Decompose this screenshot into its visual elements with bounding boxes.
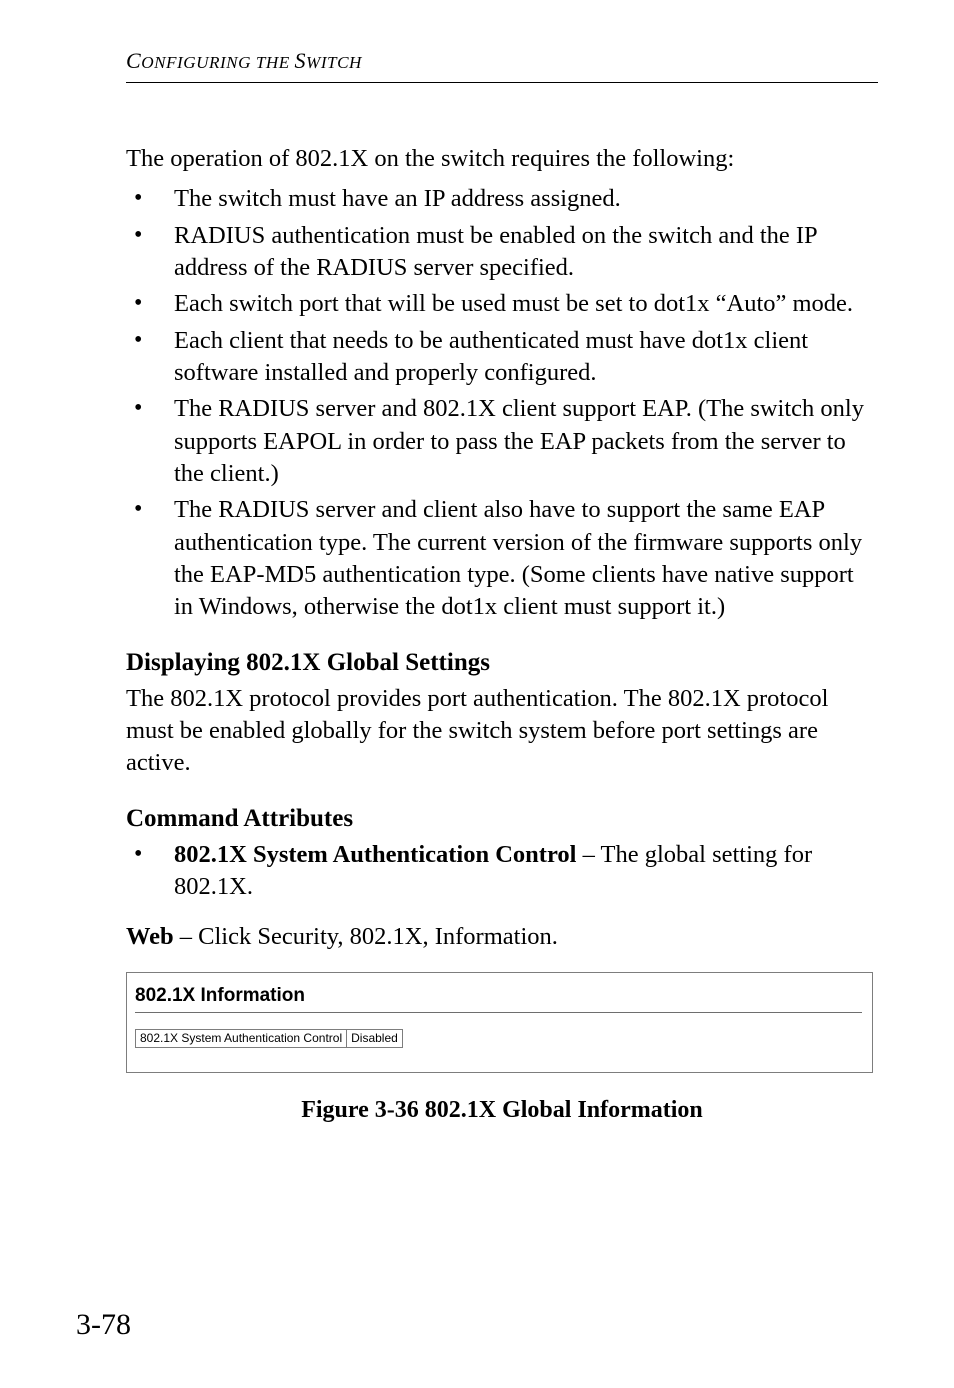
list-item: The switch must have an IP address assig… — [126, 183, 878, 215]
list-item: Each switch port that will be used must … — [126, 288, 878, 320]
list-item: The RADIUS server and client also have t… — [126, 494, 878, 623]
requirements-list: The switch must have an IP address assig… — [126, 183, 878, 623]
rh-witch: WITCH — [306, 53, 362, 72]
intro-paragraph: The operation of 802.1X on the switch re… — [126, 143, 878, 175]
header-rule — [126, 82, 878, 83]
web-rest: – Click Security, 802.1X, Information. — [174, 923, 558, 950]
rh-onfiguring: ONFIGURING — [141, 53, 251, 72]
table-row: 802.1X System Authentication Control Dis… — [136, 1029, 403, 1048]
info-row-value: Disabled — [347, 1029, 403, 1048]
cmd-attr-bold: 802.1X System Authentication Control — [174, 841, 576, 868]
info-panel-title: 802.1X Information — [135, 979, 862, 1012]
info-table: 802.1X System Authentication Control Dis… — [135, 1029, 403, 1049]
list-item: The RADIUS server and 802.1X client supp… — [126, 393, 878, 490]
rh-c: C — [126, 48, 141, 73]
rh-the: THE — [251, 53, 295, 72]
info-row-label: 802.1X System Authentication Control — [136, 1029, 347, 1048]
command-attributes-list: 802.1X System Authentication Control – T… — [126, 839, 878, 904]
web-line: Web – Click Security, 802.1X, Informatio… — [126, 921, 878, 953]
list-item: RADIUS authentication must be enabled on… — [126, 220, 878, 285]
section-heading: Displaying 802.1X Global Settings — [126, 646, 878, 679]
info-panel: 802.1X Information 802.1X System Authent… — [126, 972, 873, 1074]
page-number: 3-78 — [76, 1308, 131, 1342]
section-paragraph: The 802.1X protocol provides port authen… — [126, 683, 878, 780]
figure-caption: Figure 3-36 802.1X Global Information — [126, 1095, 878, 1127]
list-item: Each client that needs to be authenticat… — [126, 325, 878, 390]
list-item: 802.1X System Authentication Control – T… — [126, 839, 878, 904]
rh-s: S — [295, 48, 307, 73]
command-attributes-heading: Command Attributes — [126, 802, 878, 835]
running-head: CONFIGURING THE SWITCH — [126, 48, 878, 74]
info-panel-rule — [135, 1012, 862, 1013]
web-bold: Web — [126, 923, 174, 950]
